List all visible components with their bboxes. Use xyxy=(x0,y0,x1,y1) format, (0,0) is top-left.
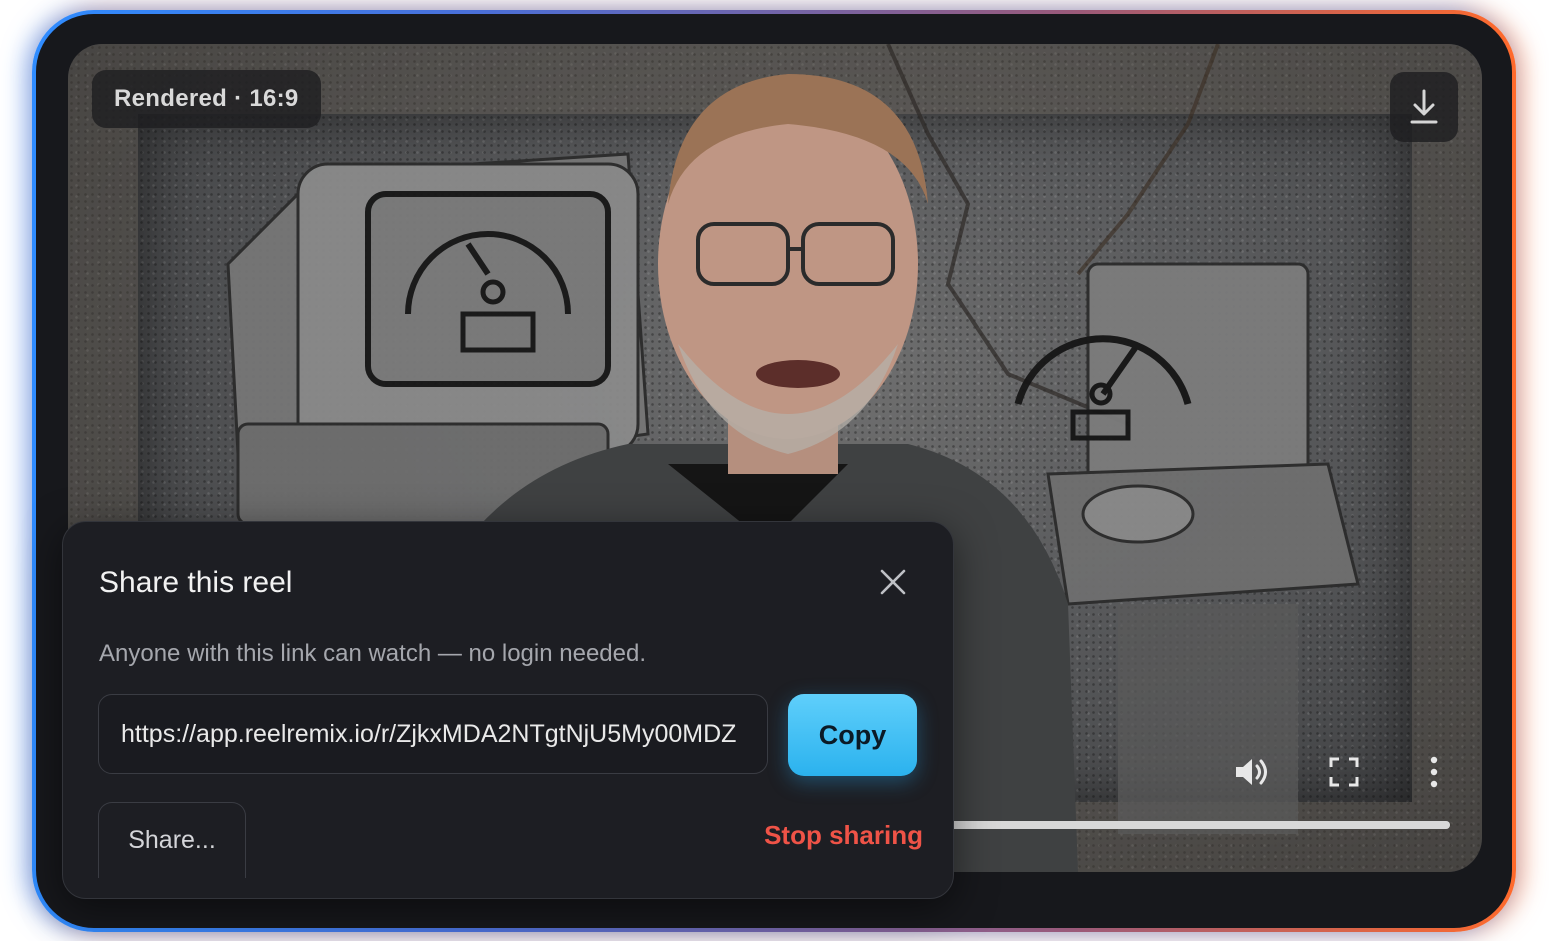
volume-icon xyxy=(1236,759,1267,785)
share-dialog: Share this reel Anyone with this link ca… xyxy=(62,521,954,899)
share-dialog-description: Anyone with this link can watch — no log… xyxy=(99,640,646,667)
playback-progress-bar[interactable] xyxy=(950,821,1450,829)
fullscreen-icon xyxy=(1329,757,1359,787)
volume-button[interactable] xyxy=(1230,750,1274,794)
share-more-button[interactable]: Share... xyxy=(98,802,246,878)
close-icon xyxy=(880,569,906,595)
more-vertical-icon xyxy=(1430,756,1438,788)
share-dialog-title: Share this reel xyxy=(99,566,293,599)
stop-sharing-button[interactable]: Stop sharing xyxy=(723,820,923,851)
more-options-button[interactable] xyxy=(1412,750,1456,794)
playback-progress-fill xyxy=(950,821,1450,829)
share-link-input[interactable] xyxy=(98,694,768,774)
fullscreen-button[interactable] xyxy=(1322,750,1366,794)
close-button[interactable] xyxy=(873,562,913,602)
render-status-badge: Rendered · 16:9 xyxy=(92,70,321,128)
copy-link-button[interactable]: Copy xyxy=(788,694,917,776)
download-button[interactable] xyxy=(1390,72,1458,142)
download-icon xyxy=(1410,89,1438,124)
